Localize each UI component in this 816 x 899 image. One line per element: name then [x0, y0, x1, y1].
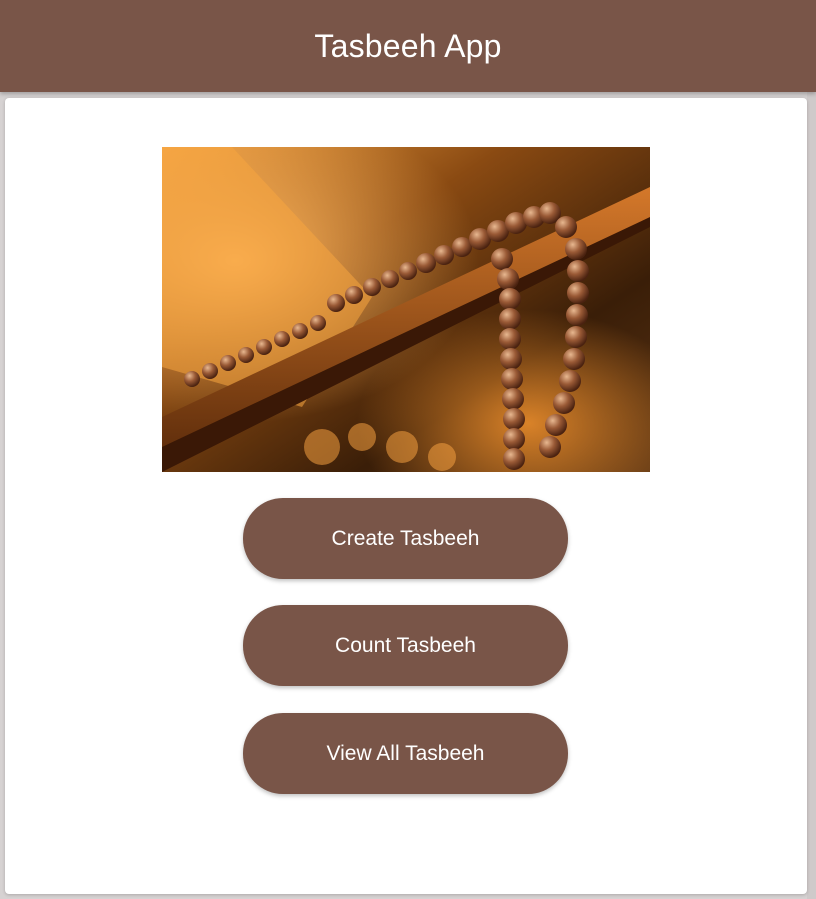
create-tasbeeh-label: Create Tasbeeh [331, 526, 480, 550]
prayer-beads-image [162, 147, 650, 472]
count-tasbeeh-label: Count Tasbeeh [335, 633, 476, 657]
count-tasbeeh-button[interactable]: Count Tasbeeh [243, 605, 568, 686]
window-edge [807, 92, 816, 899]
view-all-tasbeeh-label: View All Tasbeeh [326, 741, 485, 765]
view-all-tasbeeh-button[interactable]: View All Tasbeeh [243, 713, 568, 794]
app-title: Tasbeeh App [314, 27, 502, 64]
main-card: Create Tasbeeh Count Tasbeeh View All Ta… [5, 98, 807, 894]
app-bar: Tasbeeh App [0, 0, 816, 92]
create-tasbeeh-button[interactable]: Create Tasbeeh [243, 498, 568, 579]
